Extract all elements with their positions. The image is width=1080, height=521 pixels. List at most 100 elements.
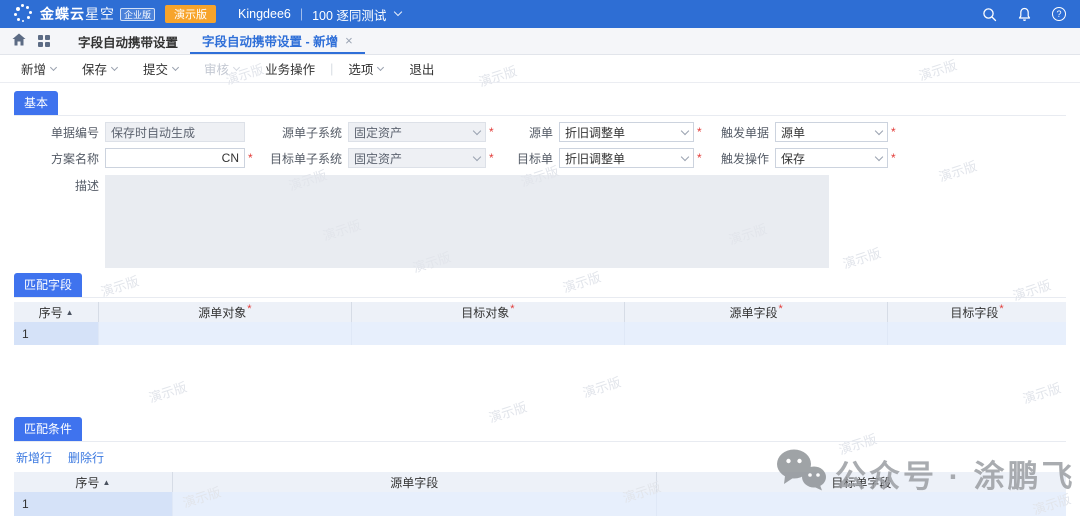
column-header-target-bill-field[interactable]: 目标单字段 xyxy=(656,472,1066,492)
match-fields-table: 序号▲ 源单对象* 目标对象* 源单字段* 目标字段* 1 xyxy=(14,302,1066,345)
chevron-down-icon xyxy=(875,152,883,160)
scheme-name-input[interactable] xyxy=(111,151,222,165)
business-operations-button[interactable]: 业务操作 xyxy=(252,59,328,78)
trigger-bill-select[interactable]: 源单 xyxy=(775,122,888,142)
source-subsystem-select: 固定资产 xyxy=(348,122,486,142)
search-icon[interactable] xyxy=(982,7,997,22)
bill-no-label: 单据编号 xyxy=(14,124,99,141)
tab-label: 字段自动携带设置 xyxy=(78,32,178,51)
column-header-seq[interactable]: 序号▲ xyxy=(14,472,172,492)
workspace-name[interactable]: 100 逐同测试 xyxy=(312,5,386,24)
tab-close-icon[interactable]: × xyxy=(345,33,353,48)
tabbar: 字段自动携带设置 字段自动携带设置 - 新增 × xyxy=(0,28,1080,55)
trigger-action-label: 触发操作 xyxy=(715,150,769,167)
required-marker xyxy=(697,125,705,139)
chevron-down-icon xyxy=(681,152,689,160)
scheme-name-field[interactable]: CN xyxy=(105,148,245,168)
trigger-action-select[interactable]: 保存 xyxy=(775,148,888,168)
submit-button[interactable]: 提交 xyxy=(130,59,191,78)
toolbar: 新增 保存 提交 审核 业务操作 | 选项 退出 xyxy=(0,55,1080,83)
source-bill-select[interactable]: 折旧调整单 xyxy=(559,122,694,142)
required-marker: * xyxy=(510,303,514,315)
tab-field-carry-settings[interactable]: 字段自动携带设置 xyxy=(66,28,190,54)
target-field-cell[interactable] xyxy=(887,322,1066,345)
row-actions: 新增行 删除行 xyxy=(14,442,1066,472)
trigger-bill-label: 触发单据 xyxy=(715,124,769,141)
brand-secondary: 星空 xyxy=(85,6,115,22)
column-header-seq[interactable]: 序号▲ xyxy=(14,302,98,322)
seq-cell[interactable]: 1 xyxy=(14,492,172,516)
required-marker: * xyxy=(999,303,1003,315)
required-marker xyxy=(891,151,899,165)
account-name[interactable]: Kingdee6 xyxy=(238,7,291,21)
description-label: 描述 xyxy=(14,175,99,268)
topbar-divider: | xyxy=(300,7,303,21)
demo-version-badge: 演示版 xyxy=(165,5,216,23)
target-bill-select[interactable]: 折旧调整单 xyxy=(559,148,694,168)
seq-cell[interactable]: 1 xyxy=(14,322,98,345)
target-subsystem-label: 目标单子系统 xyxy=(262,150,342,167)
chevron-down-icon xyxy=(473,152,481,160)
source-field-cell[interactable] xyxy=(624,322,887,345)
description-row: 描述 xyxy=(14,175,1066,268)
column-header-target-field[interactable]: 目标字段* xyxy=(887,302,1066,322)
add-row-button[interactable]: 新增行 xyxy=(16,449,52,466)
section-tab-match-fields[interactable]: 匹配字段 xyxy=(14,273,82,297)
brand-title: 金蝶云星空 xyxy=(40,4,115,24)
table-row[interactable]: 1 xyxy=(14,492,1066,516)
main-content: 基本 单据编号 保存时自动生成 源单子系统 固定资产 源单 折旧调整单 触发单据… xyxy=(0,83,1080,516)
required-marker xyxy=(891,125,899,139)
chevron-down-icon xyxy=(172,63,179,70)
save-button[interactable]: 保存 xyxy=(69,59,130,78)
target-field-cell[interactable] xyxy=(656,492,1066,516)
section-tab-match-conditions[interactable]: 匹配条件 xyxy=(14,417,82,441)
match-conditions-section: 匹配条件 新增行 删除行 序号▲ 源单字段 目标单字段 1 xyxy=(14,417,1066,516)
notification-bell-icon[interactable] xyxy=(1017,7,1032,22)
form-row-2: 方案名称 CN 目标单子系统 固定资产 目标单 折旧调整单 触发操作 保存 xyxy=(14,148,1066,168)
source-bill-label: 源单 xyxy=(507,124,553,141)
new-button[interactable]: 新增 xyxy=(8,59,69,78)
delete-row-button[interactable]: 删除行 xyxy=(68,449,104,466)
match-fields-section: 匹配字段 序号▲ 源单对象* 目标对象* 源单字段* 目标字段* 1 xyxy=(14,273,1066,345)
chevron-down-icon[interactable] xyxy=(394,8,402,16)
match-conditions-table: 序号▲ 源单字段 目标单字段 1 xyxy=(14,472,1066,516)
source-object-cell[interactable] xyxy=(98,322,350,345)
topbar: 金蝶云星空 企业版 演示版 Kingdee6 | 100 逐同测试 ? xyxy=(0,0,1080,28)
column-header-target-object[interactable]: 目标对象* xyxy=(351,302,625,322)
help-icon[interactable]: ? xyxy=(1052,7,1066,21)
sort-asc-icon: ▲ xyxy=(66,308,74,317)
column-header-source-field[interactable]: 源单字段* xyxy=(624,302,887,322)
section-tab-basic[interactable]: 基本 xyxy=(14,91,58,115)
required-marker xyxy=(697,151,705,165)
target-object-cell[interactable] xyxy=(351,322,625,345)
target-bill-label: 目标单 xyxy=(507,150,553,167)
exit-button[interactable]: 退出 xyxy=(396,59,447,78)
sort-asc-icon: ▲ xyxy=(102,478,110,487)
target-subsystem-select: 固定资产 xyxy=(348,148,486,168)
source-field-cell[interactable] xyxy=(172,492,656,516)
toolbar-divider: | xyxy=(328,62,335,76)
apps-grid-icon[interactable] xyxy=(38,35,50,47)
source-subsystem-label: 源单子系统 xyxy=(262,124,342,141)
kingdee-logo-icon xyxy=(14,4,32,24)
brand-primary: 金蝶云 xyxy=(40,6,85,22)
chevron-down-icon xyxy=(473,126,481,134)
required-marker: * xyxy=(779,303,783,315)
audit-button: 审核 xyxy=(191,59,252,78)
scheme-name-label: 方案名称 xyxy=(14,150,99,167)
table-row[interactable]: 1 xyxy=(14,322,1066,345)
required-marker xyxy=(489,151,497,165)
chevron-down-icon xyxy=(50,63,57,70)
edition-badge: 企业版 xyxy=(120,8,155,21)
locale-suffix: CN xyxy=(222,151,239,165)
column-header-source-object[interactable]: 源单对象* xyxy=(98,302,350,322)
match-conditions-header: 序号▲ 源单字段 目标单字段 xyxy=(14,472,1066,492)
required-marker xyxy=(248,151,256,165)
home-icon[interactable] xyxy=(12,33,26,49)
tab-field-carry-settings-new[interactable]: 字段自动携带设置 - 新增 × xyxy=(190,28,365,54)
chevron-down-icon xyxy=(377,63,384,70)
chevron-down-icon xyxy=(875,126,883,134)
options-button[interactable]: 选项 xyxy=(335,59,396,78)
column-header-source-field[interactable]: 源单字段 xyxy=(172,472,656,492)
form-row-1: 单据编号 保存时自动生成 源单子系统 固定资产 源单 折旧调整单 触发单据 源单 xyxy=(14,122,1066,142)
